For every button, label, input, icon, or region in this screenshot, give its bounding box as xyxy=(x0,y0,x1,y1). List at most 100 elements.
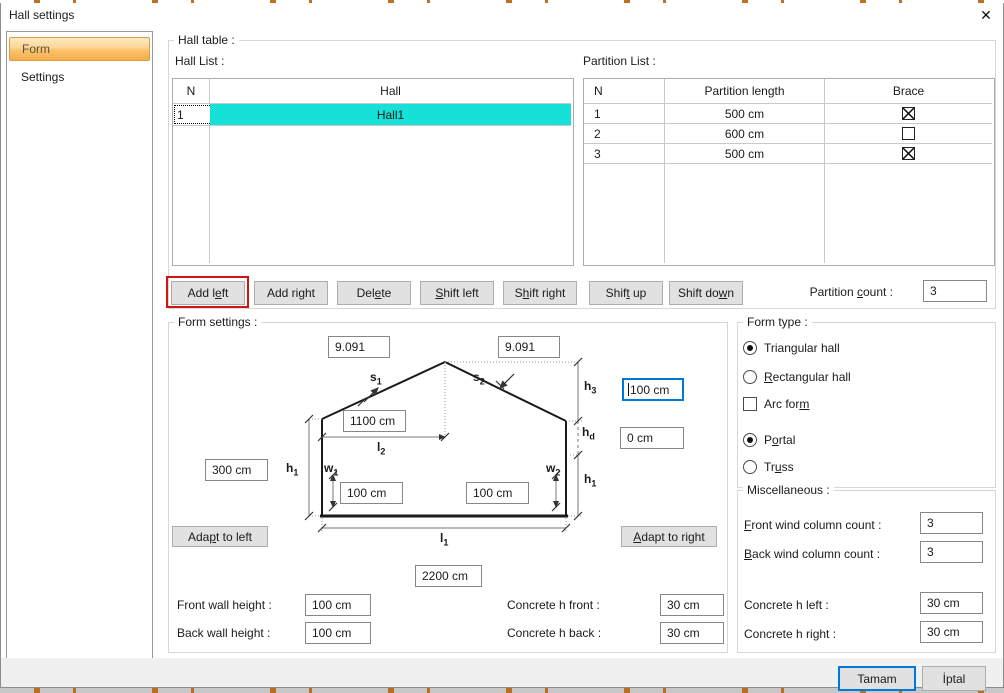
add-left-button[interactable]: Add left xyxy=(171,281,245,305)
l1-label: l1 xyxy=(440,531,448,547)
sidebar: Form Settings xyxy=(6,31,153,659)
l2-input[interactable]: 1100 cm xyxy=(343,410,406,432)
hall-column-header-hall: Hall xyxy=(210,79,571,103)
w2-input[interactable]: 100 cm xyxy=(466,482,529,504)
hall-table-group-label: Hall table : xyxy=(174,33,239,47)
l2-label: l2 xyxy=(377,440,385,456)
concrete-h-back-label: Concrete h back : xyxy=(507,626,601,640)
back-wall-height-label: Back wall height : xyxy=(177,626,270,640)
hd-label: hd xyxy=(582,425,595,441)
concrete-h-left-label: Concrete h left : xyxy=(744,598,829,612)
window-top-edge xyxy=(0,0,1004,3)
text-cursor xyxy=(628,383,629,396)
radio-triangular-hall[interactable]: Triangular hall xyxy=(743,340,840,356)
w2-label: w2 xyxy=(546,461,560,477)
checkbox-arc-form[interactable]: Arc form xyxy=(743,396,809,412)
sidebar-item-settings[interactable]: Settings xyxy=(21,69,64,85)
radio-icon xyxy=(743,370,757,384)
h1-right-label: h1 xyxy=(584,472,596,488)
partition-length-cell[interactable]: 500 cm xyxy=(665,144,824,163)
concrete-h-right-input[interactable]: 30 cm xyxy=(920,621,983,643)
radio-icon xyxy=(743,341,757,355)
partition-row-number[interactable]: 1 xyxy=(584,104,674,123)
partition-column-header-brace: Brace xyxy=(825,79,992,103)
back-wind-column-count-input[interactable]: 3 xyxy=(920,541,983,563)
hall-list-label: Hall List : xyxy=(175,54,224,68)
w1-input[interactable]: 100 cm xyxy=(340,482,403,504)
dialog-title: Hall settings xyxy=(9,8,74,22)
concrete-h-back-input[interactable]: 30 cm xyxy=(660,622,724,644)
concrete-h-left-input[interactable]: 30 cm xyxy=(920,592,983,614)
partition-row-number[interactable]: 3 xyxy=(584,144,674,163)
radio-truss[interactable]: Truss xyxy=(743,459,794,475)
adapt-to-left-button[interactable]: Adapt to left xyxy=(172,526,268,547)
hall-settings-dialog: Hall settings ✕ Form Settings Hall table… xyxy=(0,0,1004,693)
sidebar-item-label: Settings xyxy=(21,70,64,84)
partition-count-label: Partition count : xyxy=(763,285,893,299)
delete-button[interactable]: Delete xyxy=(337,281,411,305)
h3-label: h3 xyxy=(584,379,596,395)
concrete-h-front-label: Concrete h front : xyxy=(507,598,600,612)
form-type-group-label: Form type : xyxy=(743,315,812,329)
slope-left-input[interactable]: 9.091 xyxy=(328,336,390,358)
adapt-to-right-button[interactable]: Adapt to right xyxy=(621,526,717,547)
checkbox-icon xyxy=(902,127,915,140)
concrete-h-front-input[interactable]: 30 cm xyxy=(660,594,724,616)
w1-label: w1 xyxy=(324,461,338,477)
brace-checkbox[interactable] xyxy=(825,144,992,163)
hall-row-name-cell[interactable]: Hall1 xyxy=(210,104,571,125)
checkmark-icon xyxy=(903,108,914,119)
partition-row-number[interactable]: 2 xyxy=(584,124,674,143)
partition-column-header-length: Partition length xyxy=(665,79,824,103)
sidebar-item-label: Form xyxy=(22,42,50,56)
front-wall-height-label: Front wall height : xyxy=(177,598,272,612)
hall-list-table: N Hall 1 Hall1 xyxy=(172,78,574,266)
h1-left-input[interactable]: 300 cm xyxy=(205,459,268,481)
close-icon[interactable]: ✕ xyxy=(974,4,998,26)
partition-list-table: N Partition length Brace 1 500 cm 2 600 … xyxy=(583,78,995,266)
checkmark-icon xyxy=(903,148,914,159)
hall-column-header-n: N xyxy=(173,79,209,103)
back-wall-height-input[interactable]: 100 cm xyxy=(305,622,371,644)
row-separator xyxy=(584,163,992,164)
radio-icon xyxy=(743,460,757,474)
partition-column-header-n: N xyxy=(584,79,674,103)
slope2-label: s2 xyxy=(473,370,485,386)
hall-row-number-cell[interactable]: 1 xyxy=(173,104,213,125)
front-wind-column-count-label: Front wind column count : xyxy=(744,518,881,532)
slope1-label: s1 xyxy=(370,370,382,386)
partition-length-cell[interactable]: 500 cm xyxy=(665,104,824,123)
radio-rectangular-hall[interactable]: Rectangular hall xyxy=(743,369,851,385)
miscellaneous-group-label: Miscellaneous : xyxy=(743,483,834,497)
slope-right-input[interactable]: 9.091 xyxy=(498,336,560,358)
brace-checkbox[interactable] xyxy=(825,124,992,143)
front-wall-height-input[interactable]: 100 cm xyxy=(305,594,371,616)
l1-input[interactable]: 2200 cm xyxy=(415,565,482,587)
checkbox-icon xyxy=(743,397,757,411)
shift-down-button[interactable]: Shift down xyxy=(669,281,743,305)
back-wind-column-count-label: Back wind column count : xyxy=(744,547,880,561)
cancel-button[interactable]: İptal xyxy=(922,666,986,691)
partition-length-cell[interactable]: 600 cm xyxy=(665,124,824,143)
radio-dot xyxy=(747,437,753,443)
h3-input[interactable]: 100 cm xyxy=(622,378,684,401)
sidebar-item-form[interactable]: Form xyxy=(9,37,150,61)
hd-input[interactable]: 0 cm xyxy=(620,427,684,449)
radio-dot xyxy=(747,345,753,351)
row-separator xyxy=(173,125,571,126)
window-left-border xyxy=(0,3,1,688)
checkbox-icon xyxy=(902,147,915,160)
radio-portal[interactable]: Portal xyxy=(743,432,795,448)
ok-button[interactable]: Tamam xyxy=(838,666,916,691)
h1-left-label: h1 xyxy=(286,461,298,477)
add-right-button[interactable]: Add right xyxy=(254,281,328,305)
shift-up-button[interactable]: Shift up xyxy=(589,281,663,305)
partition-count-input[interactable]: 3 xyxy=(923,280,987,302)
front-wind-column-count-input[interactable]: 3 xyxy=(920,512,983,534)
shift-right-button[interactable]: Shift right xyxy=(503,281,577,305)
shift-left-button[interactable]: Shift left xyxy=(420,281,494,305)
checkbox-icon xyxy=(902,107,915,120)
radio-icon xyxy=(743,433,757,447)
concrete-h-right-label: Concrete h right : xyxy=(744,627,836,641)
brace-checkbox[interactable] xyxy=(825,104,992,123)
